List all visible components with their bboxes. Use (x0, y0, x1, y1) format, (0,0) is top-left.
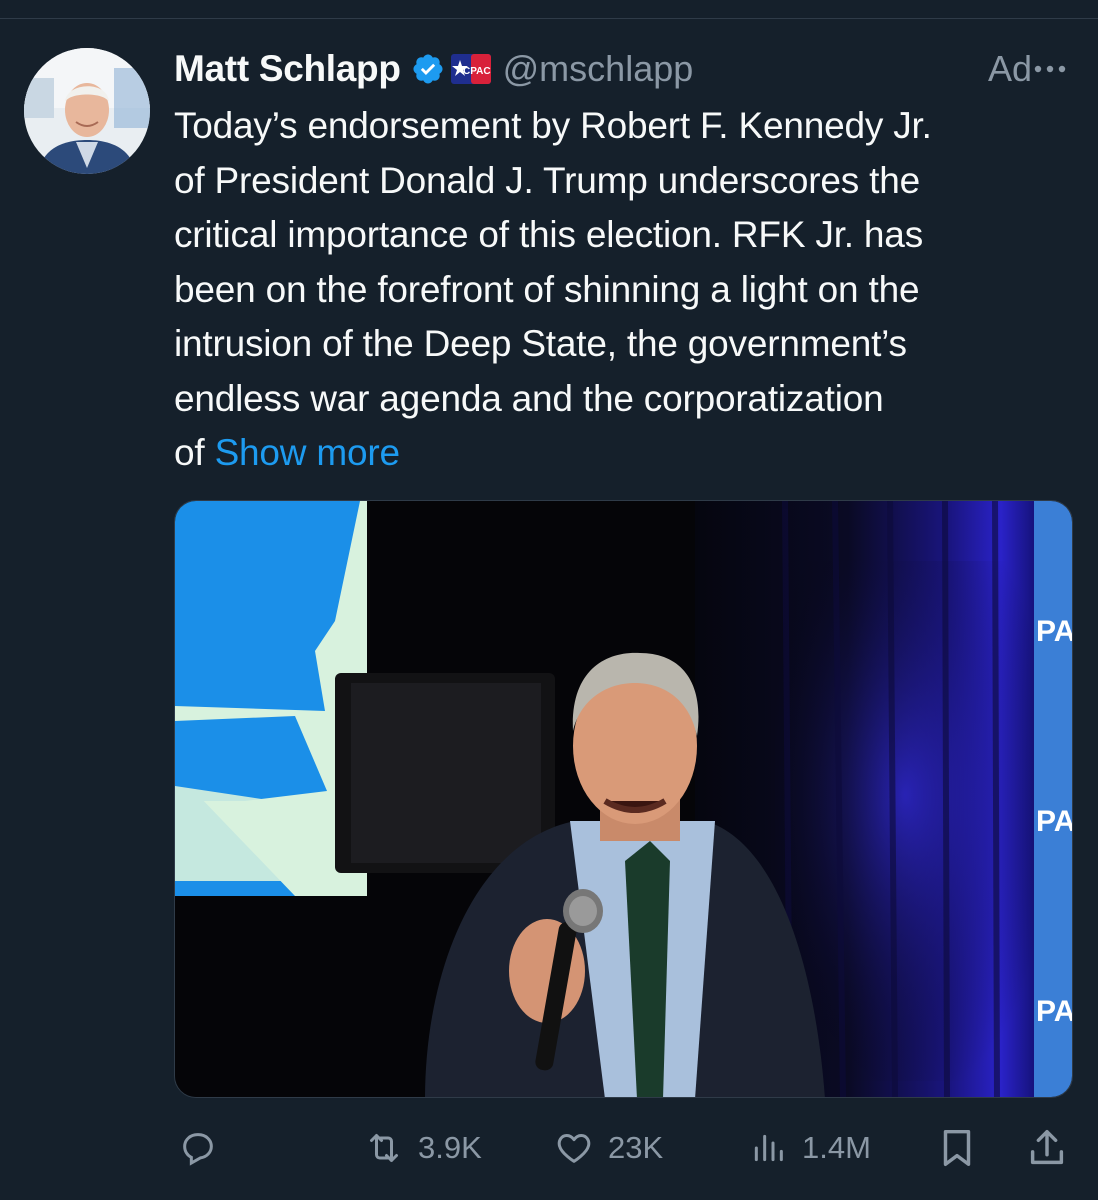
banner-text: PA (1036, 805, 1073, 838)
banner-text: PA (1036, 615, 1073, 648)
tweet-text-last-prefix: of (174, 432, 205, 473)
like-count: 23K (608, 1130, 664, 1165)
views-chart-icon (754, 1134, 783, 1162)
tweet-text-line: endless war agenda and the corporatizati… (174, 377, 884, 419)
banner-text: PA (1036, 995, 1073, 1028)
tweet-text: Today’s endorsement by Robert F. Kennedy… (174, 99, 1074, 481)
tweet-header: Matt Schlapp CPAC @mschlapp (174, 44, 1074, 94)
verified-badge-icon (411, 52, 445, 86)
speaker-photo: PA PA PA (175, 501, 1073, 1097)
tweet-text-last-line: of Show more (174, 426, 1074, 481)
tweet-media-image[interactable]: PA PA PA (174, 500, 1073, 1098)
avatar-image (24, 48, 150, 174)
bookmark-icon (943, 1129, 971, 1167)
author-avatar[interactable] (24, 48, 150, 174)
tweet-text-line: Today’s endorsement by Robert F. Kennedy… (174, 105, 932, 146)
repost-button[interactable]: 3.9K (360, 1118, 482, 1178)
like-button[interactable]: 23K (550, 1118, 663, 1178)
share-icon (1030, 1129, 1064, 1165)
views-count: 1.4M (802, 1130, 871, 1165)
more-options-icon[interactable] (1030, 56, 1070, 82)
repost-count: 3.9K (418, 1130, 482, 1165)
ad-label: Ad (987, 48, 1032, 89)
author-display-name[interactable]: Matt Schlapp (174, 48, 401, 90)
tweet-actions-bar: 3.9K 23K 1.4M (174, 1118, 1074, 1178)
top-divider (0, 0, 1098, 19)
reply-button[interactable] (174, 1118, 232, 1178)
author-handle[interactable]: @mschlapp (503, 48, 694, 90)
tweet-text-line: critical importance of this election. RF… (174, 214, 923, 255)
repost-icon (370, 1134, 398, 1162)
heart-icon (557, 1134, 591, 1163)
reply-icon (183, 1133, 213, 1166)
views-button[interactable]: 1.4M (744, 1118, 871, 1178)
tweet-text-line: intrusion of the Deep State, the governm… (174, 323, 907, 364)
cpac-affiliation-badge[interactable]: CPAC (450, 54, 491, 84)
show-more-link[interactable]: Show more (215, 432, 401, 473)
tweet-text-line: been on the forefront of shinning a ligh… (174, 268, 920, 310)
share-button[interactable] (1024, 1118, 1070, 1178)
bookmark-button[interactable] (934, 1118, 980, 1178)
svg-text:CPAC: CPAC (463, 66, 491, 77)
tweet-text-line: of President Donald J. Trump underscores… (174, 159, 920, 201)
